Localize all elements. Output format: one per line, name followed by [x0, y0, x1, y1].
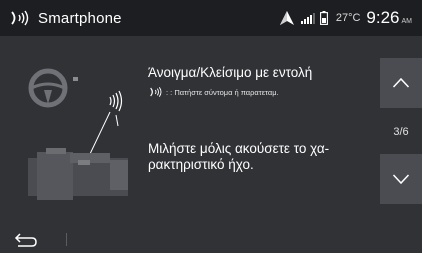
back-button[interactable]	[12, 231, 38, 249]
voice-wave-icon	[109, 90, 123, 112]
smartphone-help-screen: Smartphone 27°C 9:26 AM Άνοιγμα/Κλείσιμο…	[0, 0, 422, 253]
screen-title-area: Smartphone	[10, 9, 122, 27]
clock-time: 9:26	[366, 8, 400, 27]
instruction-line: Μιλήστε μόλις ακούσετε το χα-	[148, 141, 330, 156]
signal-bars-icon	[300, 13, 315, 24]
page-down-button[interactable]	[380, 154, 422, 204]
voice-control-icon	[11, 10, 29, 26]
steering-wheel-icon	[28, 68, 78, 108]
divider	[66, 233, 67, 246]
back-arrow-icon	[14, 233, 37, 247]
instruction-line: ρακτηριστικό ήχο.	[148, 157, 254, 172]
bottom-bar	[0, 225, 422, 253]
outside-temperature: 27°C	[335, 12, 361, 24]
command-hint-text: : : Πατήστε σύντομα ή παρατεταμ.	[166, 87, 279, 97]
steering-wheel-voice-illustration	[28, 68, 128, 200]
status-bar: Smartphone 27°C 9:26 AM	[0, 0, 422, 36]
page-navigation: 3/6	[380, 58, 422, 204]
command-heading: Άνοιγμα/Κλείσιμο με εντολή	[148, 65, 313, 80]
command-hint: : : Πατήστε σύντομα ή παρατεταμ.	[148, 86, 279, 98]
clock-ampm: AM	[401, 18, 413, 25]
navigation-arrow-icon	[279, 11, 294, 25]
chevron-up-icon	[392, 77, 410, 88]
voice-control-icon	[150, 87, 162, 97]
status-indicators: 27°C 9:26 AM	[279, 8, 412, 28]
page-up-button[interactable]	[380, 58, 422, 108]
screen-title: Smartphone	[38, 9, 122, 27]
phone-battery-icon	[319, 11, 328, 25]
instruction-text: Μιλήστε μόλις ακούσετε το χα- ρακτηριστι…	[148, 141, 370, 173]
page-indicator: 3/6	[393, 126, 409, 138]
chevron-down-icon	[392, 174, 410, 185]
stalk-control-icon	[28, 148, 128, 200]
